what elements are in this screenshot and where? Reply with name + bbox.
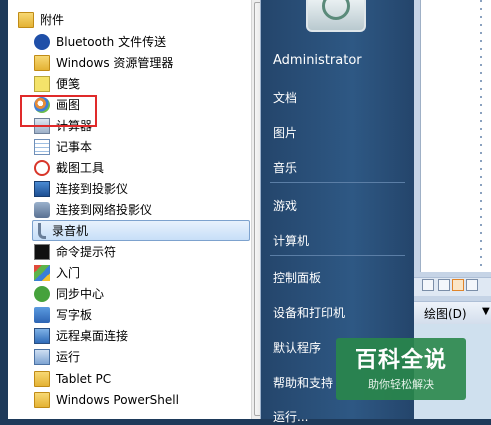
start-menu-program-list: 附件 Bluetooth 文件传送 Windows 资源管理器 便笺 画图 计算…	[8, 0, 261, 419]
list-item-label: 记事本	[56, 140, 93, 154]
list-item-label: 入门	[56, 266, 81, 280]
list-item-sticky-notes[interactable]: 便笺	[32, 73, 250, 94]
list-item-projector[interactable]: 连接到投影仪	[32, 178, 250, 199]
list-item-label: 命令提示符	[56, 245, 117, 259]
explorer-icon	[34, 54, 50, 71]
list-item-bluetooth[interactable]: Bluetooth 文件传送	[32, 31, 250, 52]
default-programs-link[interactable]: 默认程序	[273, 339, 321, 356]
outline-view-button[interactable]	[466, 279, 478, 291]
list-item-label: 远程桌面连接	[56, 329, 129, 343]
pictures-link[interactable]: 图片	[273, 124, 297, 141]
getting-started-icon	[34, 264, 50, 281]
games-link[interactable]: 游戏	[273, 197, 297, 214]
control-panel-link[interactable]: 控制面板	[273, 269, 321, 286]
list-item-label: 附件	[40, 13, 65, 27]
remote-desktop-icon	[34, 327, 50, 344]
list-item-label: Tablet PC	[56, 371, 112, 386]
program-list-scrollbar[interactable]	[251, 0, 260, 419]
watermark-title: 百科全说	[354, 348, 447, 373]
devices-printers-link[interactable]: 设备和打印机	[273, 304, 345, 321]
list-item-label: 运行	[56, 350, 81, 364]
page-view-button[interactable]	[452, 279, 464, 291]
list-item-label: 连接到网络投影仪	[56, 203, 153, 217]
user-name-link[interactable]: Administrator	[273, 53, 362, 68]
folder-icon	[18, 11, 34, 28]
folder-icon	[34, 391, 50, 408]
microphone-icon	[38, 222, 46, 239]
list-item-powershell[interactable]: Windows PowerShell	[32, 389, 250, 410]
normal-view-button[interactable]	[422, 279, 434, 291]
list-item-sound-recorder[interactable]: 录音机	[32, 220, 250, 241]
list-item-label: Windows PowerShell	[56, 392, 179, 407]
list-item-explorer[interactable]: Windows 资源管理器	[32, 52, 250, 73]
list-item-label: 录音机	[52, 224, 89, 238]
list-item-command-prompt[interactable]: 命令提示符	[32, 241, 250, 262]
wordpad-icon	[34, 306, 50, 323]
watermark-badge: 百科全说 助你轻松解决	[336, 338, 466, 400]
list-item-accessories[interactable]: 附件	[16, 9, 250, 30]
watermark-subtitle: 助你轻松解决	[368, 378, 434, 391]
network-projector-icon	[34, 201, 50, 218]
computer-link[interactable]: 计算机	[273, 232, 309, 249]
folder-icon	[34, 370, 50, 387]
user-avatar[interactable]	[306, 0, 366, 32]
list-item-label: 连接到投影仪	[56, 182, 129, 196]
list-item-label: Bluetooth 文件传送	[56, 35, 167, 49]
sticky-notes-icon	[34, 75, 50, 92]
run-icon	[34, 348, 50, 365]
list-item-label: 写字板	[56, 308, 93, 322]
list-item-label: Windows 资源管理器	[56, 56, 174, 70]
avatar-swirl-icon	[322, 0, 350, 20]
music-link[interactable]: 音乐	[273, 159, 297, 176]
list-item-network-projector[interactable]: 连接到网络投影仪	[32, 199, 250, 220]
list-item-notepad[interactable]: 记事本	[32, 136, 250, 157]
list-item-wordpad[interactable]: 写字板	[32, 304, 250, 325]
bluetooth-icon	[34, 33, 50, 50]
list-item-snipping-tool[interactable]: 截图工具	[32, 157, 250, 178]
right-pane-separator	[270, 182, 405, 183]
right-pane-separator	[270, 255, 405, 256]
list-item-tablet-pc[interactable]: Tablet PC	[32, 368, 250, 389]
paint-highlight-annotation	[20, 95, 97, 127]
list-item-label: 同步中心	[56, 287, 105, 301]
list-item-label: 截图工具	[56, 161, 105, 175]
sync-center-icon	[34, 285, 50, 302]
list-item-remote-desktop[interactable]: 远程桌面连接	[32, 325, 250, 346]
list-item-sync-center[interactable]: 同步中心	[32, 283, 250, 304]
projector-icon	[34, 180, 50, 197]
help-support-link[interactable]: 帮助和支持	[273, 374, 333, 391]
command-prompt-icon	[34, 243, 50, 260]
document-margin-marks	[480, 0, 482, 272]
notepad-icon	[34, 138, 50, 155]
scrollbar-thumb[interactable]	[254, 2, 260, 416]
run-link[interactable]: 运行...	[273, 408, 308, 425]
documents-link[interactable]: 文档	[273, 89, 297, 106]
list-item-label: 便笺	[56, 77, 81, 91]
draw-menu-button[interactable]: 绘图(D)	[424, 305, 467, 322]
chevron-down-icon[interactable]: ▼	[482, 306, 490, 317]
list-item-run[interactable]: 运行	[32, 346, 250, 367]
list-item-getting-started[interactable]: 入门	[32, 262, 250, 283]
snipping-tool-icon	[34, 159, 50, 176]
web-view-button[interactable]	[438, 279, 450, 291]
